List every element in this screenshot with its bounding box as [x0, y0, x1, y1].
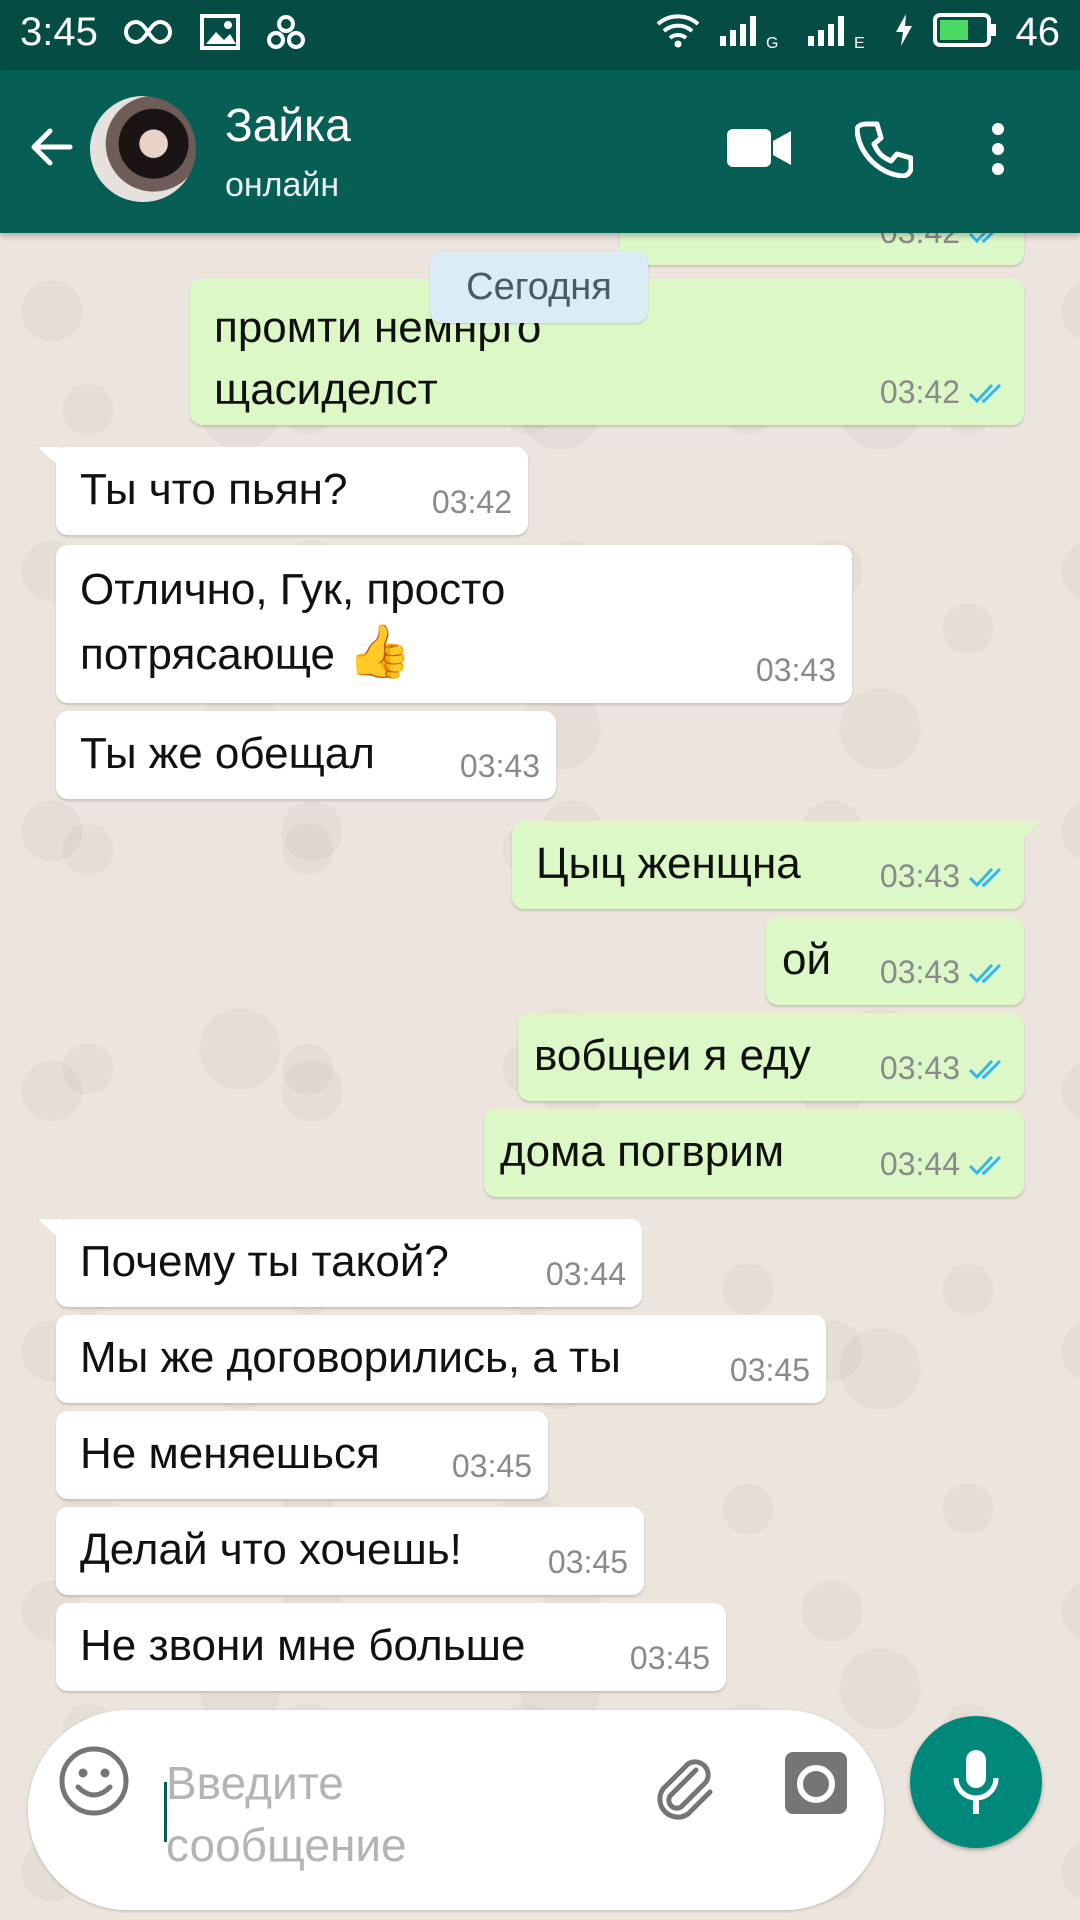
image-notification-icon [200, 14, 240, 55]
message-time: 03:43 [879, 954, 960, 990]
message-bubble-incoming[interactable]: Ты что пьян? 03:42 [38, 447, 528, 535]
chat-header: Зайка онлайн [0, 70, 1080, 233]
message-meta: 03:42 [880, 374, 1008, 411]
battery-level: 46 [1015, 10, 1061, 54]
app-notification-icon [266, 14, 306, 55]
read-ticks-icon [968, 867, 1002, 887]
contact-name[interactable]: Зайка [225, 98, 351, 152]
message-input[interactable]: Введите сообщение [166, 1752, 407, 1876]
phone-icon[interactable] [854, 120, 914, 183]
message-text: Цыц женщна [536, 839, 801, 888]
message-text: котечек [644, 233, 797, 249]
date-separator: Сегодня [430, 251, 648, 323]
message-bubble-outgoing[interactable]: ой 03:43 [766, 917, 1024, 1005]
message-text: Почему ты такой? [80, 1237, 449, 1286]
message-time: 03:45 [729, 1352, 810, 1388]
back-arrow-icon[interactable] [26, 122, 76, 172]
message-bubble-incoming[interactable]: Мы же договорились, а ты 03:45 [56, 1315, 826, 1403]
message-time: 03:44 [545, 1256, 626, 1292]
message-time: 03:45 [547, 1544, 628, 1580]
signal-g-icon: G [718, 10, 788, 55]
message-bubble-outgoing[interactable]: дома погврим 03:44 [484, 1109, 1024, 1197]
message-time: 03:43 [459, 748, 540, 784]
signal-e-icon: E [806, 10, 876, 55]
status-bar: 3:45 G E 46 [0, 0, 1080, 70]
placeholder-line-2: сообщение [166, 1819, 407, 1871]
avatar[interactable] [90, 96, 196, 202]
message-bubble-outgoing[interactable]: Цыц женщна 03:43 [512, 821, 1042, 909]
message-bubble-incoming[interactable]: Ты же обещал 03:43 [56, 711, 556, 799]
contact-status: онлайн [225, 166, 340, 204]
message-time: 03:44 [879, 1146, 960, 1182]
message-meta: 03:43 [880, 1050, 1008, 1087]
emoji-icon[interactable] [58, 1745, 130, 1822]
message-composer[interactable]: Введите сообщение [28, 1710, 884, 1910]
message-text: Не меняешься [80, 1429, 380, 1478]
message-time: 03:45 [451, 1448, 532, 1484]
message-meta: 03:44 [880, 1146, 1008, 1183]
message-time: 03:43 [755, 652, 836, 688]
mic-button[interactable] [910, 1716, 1042, 1848]
message-meta: 03:43 [880, 858, 1008, 895]
message-text: вобщеи я еду [534, 1031, 811, 1080]
chat-area[interactable]: котечек 03:42 промти немнргощасиделст 03… [0, 233, 1080, 1920]
message-text: Делай что хочешь! [80, 1525, 462, 1574]
text-cursor [164, 1782, 167, 1842]
message-text: дома погврим [500, 1127, 785, 1176]
message-bubble-incoming[interactable]: Не звони мне больше 03:45 [56, 1603, 726, 1691]
message-time: 03:42 [880, 233, 960, 251]
message-text: Отлично, Гук, просто потрясающе 👍 [80, 565, 506, 681]
attach-icon[interactable] [648, 1750, 718, 1825]
read-ticks-icon [968, 1155, 1002, 1175]
message-text: Ты что пьян? [80, 465, 348, 514]
message-time: 03:42 [431, 484, 512, 520]
more-vert-icon[interactable] [990, 122, 1006, 181]
infinity-icon [122, 18, 174, 51]
read-ticks-icon [968, 383, 1002, 403]
battery-icon [932, 12, 998, 53]
message-bubble-incoming[interactable]: Отлично, Гук, просто потрясающе 👍 03:43 [56, 545, 852, 703]
network-e-label: E [854, 35, 865, 50]
message-time: 03:43 [879, 858, 960, 894]
read-ticks-icon [968, 1059, 1002, 1079]
mic-icon [952, 1748, 1000, 1821]
message-time: 03:42 [879, 374, 960, 410]
video-call-icon[interactable] [725, 125, 793, 176]
message-text: Ты же обещал [80, 729, 375, 778]
read-ticks-icon [968, 963, 1002, 983]
message-bubble-outgoing[interactable]: вобщеи я еду 03:43 [518, 1013, 1024, 1101]
message-text: Мы же договорились, а ты [80, 1333, 621, 1382]
placeholder-line-1: Введите [166, 1757, 344, 1809]
message-bubble-incoming[interactable]: Делай что хочешь! 03:45 [56, 1507, 644, 1595]
status-time: 3:45 [20, 10, 98, 54]
message-meta: 03:42 [880, 233, 1008, 251]
message-time: 03:43 [879, 1050, 960, 1086]
message-text: Не звони мне больше [80, 1621, 526, 1670]
message-bubble-incoming[interactable]: Не меняешься 03:45 [56, 1411, 548, 1499]
thumbs-up-emoji: 👍 [347, 623, 412, 681]
camera-icon[interactable] [783, 1750, 849, 1821]
message-meta: 03:43 [880, 954, 1008, 991]
message-text: ой [782, 935, 832, 984]
network-g-label: G [766, 35, 778, 50]
wifi-icon [656, 12, 700, 53]
message-time: 03:45 [629, 1640, 710, 1676]
message-bubble-incoming[interactable]: Почему ты такой? 03:44 [38, 1219, 642, 1307]
charging-icon [894, 12, 914, 53]
message-bubble-partial[interactable]: котечек 03:42 [620, 233, 1024, 265]
read-ticks-icon [968, 233, 994, 243]
